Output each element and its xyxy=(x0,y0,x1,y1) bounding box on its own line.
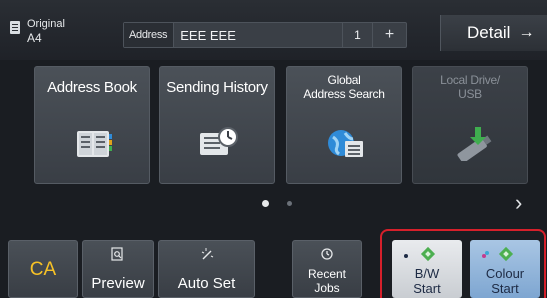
tile-local-drive-usb: Local Drive/ USB xyxy=(412,66,528,184)
recent-jobs-line1: Recent xyxy=(307,267,347,281)
tile-label-line1: Global xyxy=(327,73,361,87)
arrow-right-icon: → xyxy=(518,24,535,41)
chevron-right-icon[interactable]: › xyxy=(515,190,522,216)
colour-start-line2: Start xyxy=(491,281,519,296)
tile-label-line2: Address Search xyxy=(303,87,385,101)
address-book-icon xyxy=(77,131,112,157)
magic-wand-icon xyxy=(159,247,254,264)
colour-start-label: Colour Start xyxy=(470,266,540,296)
tile-label: Sending History xyxy=(166,79,268,96)
bw-start-line2: Start xyxy=(413,281,441,296)
top-bar: Original A4 Address EEE EEE 1 + Detail → xyxy=(0,0,547,60)
address-count: 1 xyxy=(342,23,372,47)
history-icon xyxy=(293,247,361,264)
page-dot[interactable] xyxy=(287,201,292,206)
tile-label-line1: Local Drive/ xyxy=(440,73,500,87)
tile-label-line2: USB xyxy=(458,87,482,101)
address-value[interactable]: EEE EEE xyxy=(174,28,342,43)
original-setting[interactable]: Original A4 xyxy=(10,18,110,50)
detail-label: Detail xyxy=(467,23,511,42)
global-address-search-icon xyxy=(328,130,363,157)
address-tag: Address xyxy=(124,23,175,47)
clear-all-button[interactable]: CA xyxy=(8,240,78,298)
start-diamond-icon xyxy=(498,246,514,262)
bw-start-label: B/W Start xyxy=(392,266,462,296)
recent-jobs-label: Recent Jobs xyxy=(293,267,361,295)
detail-button[interactable]: Detail → xyxy=(440,15,547,51)
tile-sending-history[interactable]: Sending History xyxy=(159,66,275,184)
auto-set-button[interactable]: Auto Set xyxy=(158,240,255,298)
preview-button[interactable]: Preview xyxy=(82,240,154,298)
document-icon xyxy=(10,21,20,34)
start-diamond-icon xyxy=(420,246,436,262)
mono-dot-icon xyxy=(404,254,408,258)
tile-label: Local Drive/ USB xyxy=(413,73,527,101)
page-indicator xyxy=(260,200,300,210)
original-label: Original xyxy=(27,18,65,30)
colour-dot-icon xyxy=(482,254,486,258)
address-field[interactable]: Address EEE EEE 1 + xyxy=(123,22,407,48)
tile-address-book[interactable]: Address Book xyxy=(34,66,150,184)
recent-jobs-line2: Jobs xyxy=(314,281,340,295)
page-dot-active xyxy=(262,200,269,207)
usb-drive-icon xyxy=(457,127,492,161)
bw-start-button[interactable]: B/W Start xyxy=(392,240,462,298)
tile-label: Address Book xyxy=(47,79,137,96)
sending-history-icon xyxy=(200,127,238,155)
bw-start-line1: B/W xyxy=(414,266,440,281)
tile-global-address-search[interactable]: Global Address Search xyxy=(286,66,402,184)
tile-label: Global Address Search xyxy=(287,73,401,101)
preview-label: Preview xyxy=(91,275,145,292)
auto-set-label: Auto Set xyxy=(177,275,236,292)
colour-start-line1: Colour xyxy=(485,266,525,281)
colour-start-button[interactable]: Colour Start xyxy=(470,240,540,298)
original-size: A4 xyxy=(27,31,42,45)
preview-icon xyxy=(83,247,153,264)
add-address-button[interactable]: + xyxy=(372,23,406,47)
recent-jobs-button[interactable]: Recent Jobs xyxy=(292,240,362,298)
